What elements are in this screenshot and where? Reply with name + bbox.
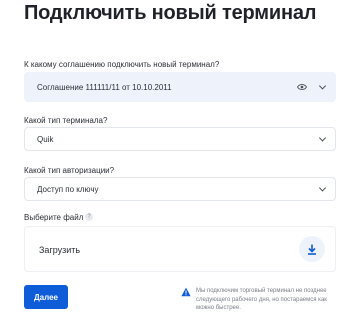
terminal-type-value: Quik	[37, 134, 54, 144]
chevron-down-icon	[318, 184, 327, 192]
file-upload-area[interactable]: Загрузить	[24, 226, 336, 272]
file-label: Выберите файл	[24, 213, 84, 222]
page-title: Подключить новый терминал	[24, 2, 317, 24]
auth-type-label: Какой тип авторизации?	[24, 166, 115, 175]
notice-text: Мы подключим торговый терминал не поздне…	[196, 288, 327, 311]
upload-button[interactable]	[299, 236, 325, 262]
auth-type-value: Доступ по ключу	[37, 184, 99, 194]
terminal-type-label: Какой тип терминала?	[24, 116, 108, 125]
agreement-label: К какому соглашению подключить новый тер…	[24, 60, 220, 69]
chevron-down-icon	[318, 82, 327, 90]
agreement-select[interactable]: Соглашение 111111/11 от 10.10.2011	[24, 72, 336, 102]
chevron-down-icon	[318, 134, 327, 142]
next-button[interactable]: Далее	[24, 285, 68, 309]
download-icon	[308, 244, 316, 255]
terminal-type-select[interactable]: Quik	[24, 127, 336, 151]
auth-type-select[interactable]: Доступ по ключу	[24, 177, 336, 201]
upload-label: Загрузить	[39, 245, 81, 255]
eye-icon[interactable]	[297, 84, 307, 91]
warning-icon	[181, 287, 191, 297]
help-icon[interactable]: ?	[85, 213, 93, 221]
agreement-value: Соглашение 111111/11 от 10.10.2011	[37, 82, 172, 92]
